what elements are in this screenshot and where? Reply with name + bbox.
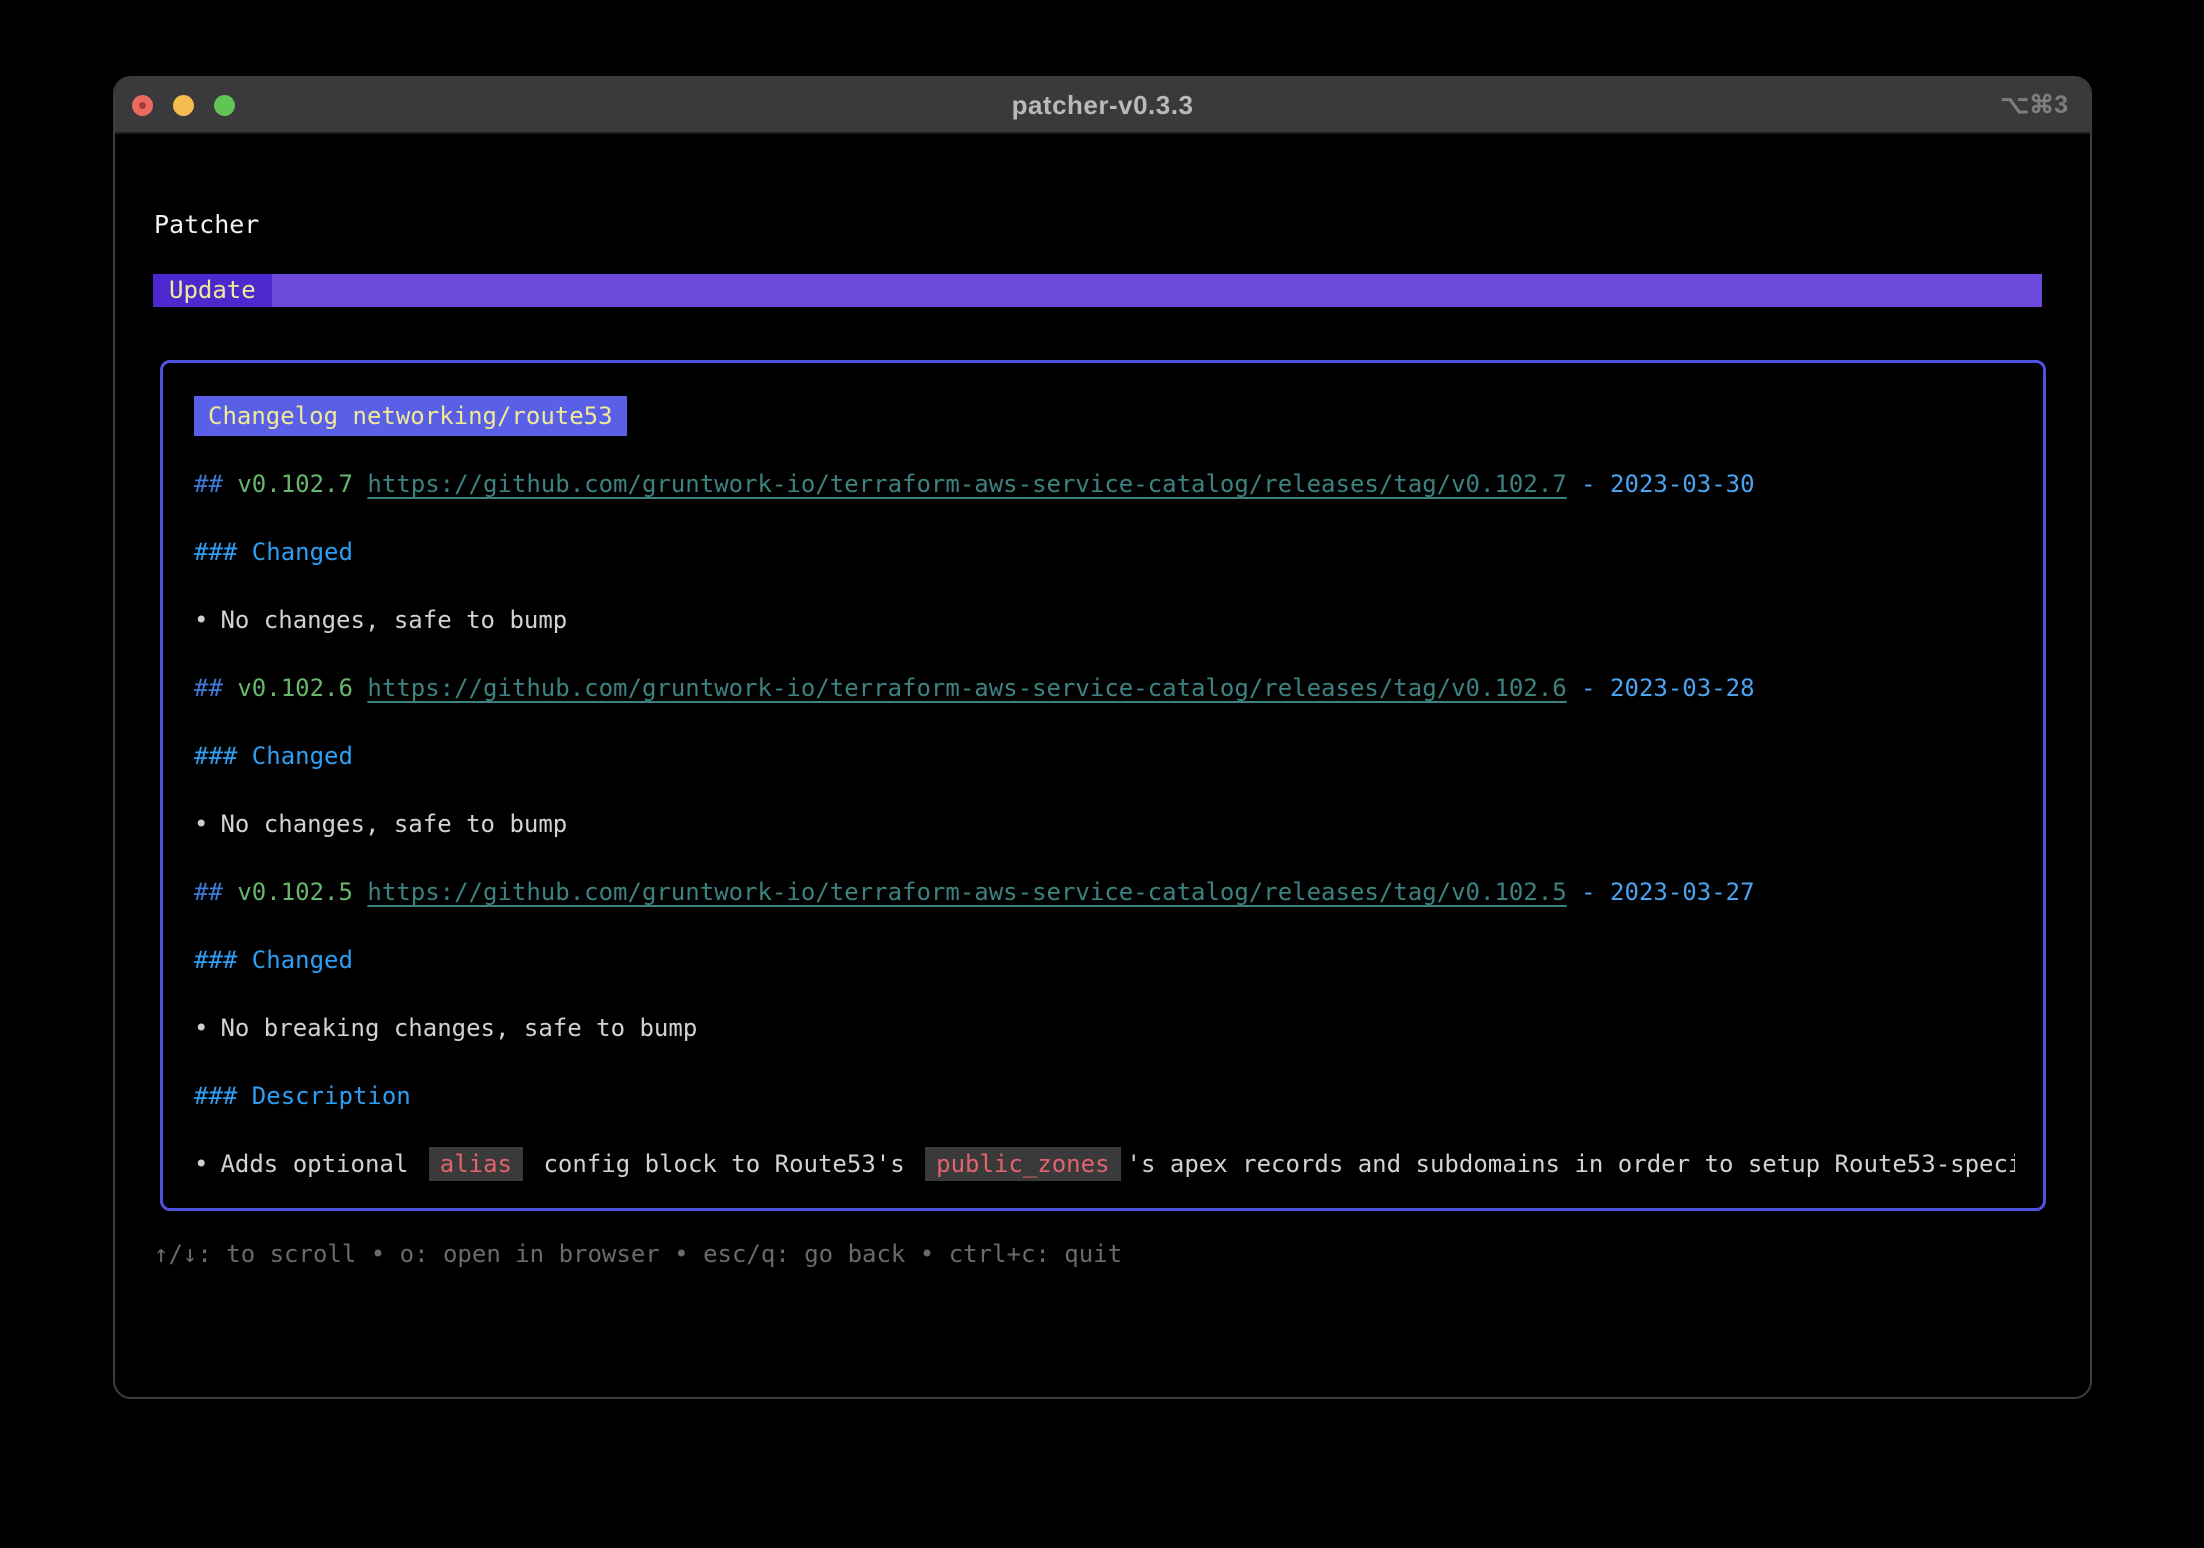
changelog-bullet-item: • No changes, safe to bump xyxy=(194,600,2015,640)
bullet-icon: • xyxy=(194,810,208,838)
terminal-content: Patcher Update Changelog networking/rout… xyxy=(115,208,2090,1271)
changelog-section-heading: ### Changed xyxy=(194,940,2015,980)
bullet-text: 's apex records and subdomains in order … xyxy=(1127,1150,2015,1178)
tab-bar: Update xyxy=(153,274,2042,307)
changelog-release-heading: ## v0.102.5 https://github.com/gruntwork… xyxy=(194,872,2015,912)
changelog-section-heading: ### Description xyxy=(194,1076,2015,1116)
release-version: v0.102.5 xyxy=(237,878,353,906)
bullet-text: Adds optional xyxy=(220,1150,422,1178)
bullet-text: No changes, safe to bump xyxy=(220,810,567,838)
window-shortcut-badge: ⌥⌘3 xyxy=(2000,78,2068,134)
release-version: v0.102.7 xyxy=(237,470,353,498)
h2-hash: ## xyxy=(194,674,223,702)
h3-text: ### Changed xyxy=(194,538,353,566)
inline-code: alias xyxy=(429,1147,523,1181)
release-link[interactable]: https://github.com/gruntwork-io/terrafor… xyxy=(367,470,1566,498)
h2-hash: ## xyxy=(194,878,223,906)
changelog-bullet-item: • Adds optional alias config block to Rou… xyxy=(194,1144,2015,1184)
bullet-icon: • xyxy=(194,1014,208,1042)
changelog-title-row: Changelog networking/route53 xyxy=(194,396,2015,436)
release-date: - 2023-03-27 xyxy=(1581,878,1754,906)
h3-text: ### Description xyxy=(194,1082,411,1110)
release-date: - 2023-03-28 xyxy=(1581,674,1754,702)
bullet-icon: • xyxy=(194,1150,208,1178)
window-title: patcher-v0.3.3 xyxy=(115,78,2090,134)
bullet-text: No breaking changes, safe to bump xyxy=(220,1014,697,1042)
h3-text: ### Changed xyxy=(194,742,353,770)
help-bar: ↑/↓: to scroll • o: open in browser • es… xyxy=(153,1237,2090,1271)
bullet-icon: • xyxy=(194,606,208,634)
terminal-window: patcher-v0.3.3 ⌥⌘3 Patcher Update Change… xyxy=(113,76,2092,1399)
release-version: v0.102.6 xyxy=(237,674,353,702)
release-link[interactable]: https://github.com/gruntwork-io/terrafor… xyxy=(367,878,1566,906)
bullet-text: No changes, safe to bump xyxy=(220,606,567,634)
changelog-bullet-item: • No changes, safe to bump xyxy=(194,804,2015,844)
changelog-release-heading: ## v0.102.6 https://github.com/gruntwork… xyxy=(194,668,2015,708)
changelog-viewport[interactable]: Changelog networking/route53 ## v0.102.7… xyxy=(160,360,2046,1211)
h2-hash: ## xyxy=(194,470,223,498)
release-link[interactable]: https://github.com/gruntwork-io/terrafor… xyxy=(367,674,1566,702)
h3-text: ### Changed xyxy=(194,946,353,974)
changelog-lines: ## v0.102.7 https://github.com/gruntwork… xyxy=(194,464,2015,1184)
bullet-text: config block to Route53's xyxy=(529,1150,919,1178)
changelog-release-heading: ## v0.102.7 https://github.com/gruntwork… xyxy=(194,464,2015,504)
window-titlebar: patcher-v0.3.3 ⌥⌘3 xyxy=(115,78,2090,134)
changelog-title-badge: Changelog networking/route53 xyxy=(194,396,627,436)
changelog-bullet-item: • No breaking changes, safe to bump xyxy=(194,1008,2015,1048)
app-title: Patcher xyxy=(153,208,2090,242)
changelog-section-heading: ### Changed xyxy=(194,532,2015,572)
tab-update[interactable]: Update xyxy=(153,274,272,307)
inline-code: public_zones xyxy=(925,1147,1120,1181)
release-date: - 2023-03-30 xyxy=(1581,470,1754,498)
changelog-section-heading: ### Changed xyxy=(194,736,2015,776)
